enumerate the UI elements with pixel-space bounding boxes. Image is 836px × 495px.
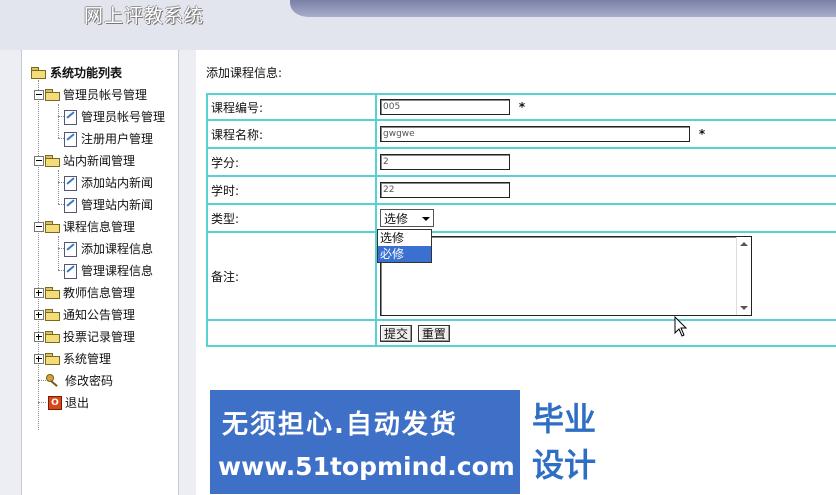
expand-icon[interactable]: [34, 354, 44, 364]
field-label: 学时:: [206, 175, 377, 205]
folder-icon: [31, 67, 46, 79]
document-icon: [64, 176, 77, 191]
banner-word-1: 毕业: [532, 400, 597, 438]
field-cell: [375, 231, 836, 321]
app-title: 网上评教系统: [84, 5, 205, 27]
type-select-value: 选修: [384, 212, 409, 226]
folder-icon: [45, 221, 60, 233]
field-cell: 选修: [375, 203, 836, 233]
field-cell: [375, 175, 836, 205]
tree-root-label: 系统功能列表: [50, 66, 123, 80]
course-form: 课程编号: * 课程名称: * 学分: 学时: 类型:: [206, 93, 836, 347]
reset-button[interactable]: 重置: [417, 324, 450, 342]
submit-button[interactable]: 提交: [380, 324, 413, 342]
sidebar-group-label: 管理员帐号管理: [63, 88, 148, 102]
field-label: 课程名称:: [206, 119, 377, 149]
tree-line: [38, 80, 39, 430]
main-content: 添加课程信息: 课程编号: * 课程名称: * 学分: 学时:: [196, 50, 836, 495]
key-icon: [46, 374, 60, 386]
sidebar-item-label: 管理站内新闻: [81, 198, 154, 212]
field-cell: *: [375, 119, 836, 149]
sidebar-item-label: 添加课程信息: [81, 242, 154, 256]
empty-cell: [206, 319, 377, 347]
tree-line: [38, 380, 46, 381]
sidebar-item-label: 注册用户管理: [81, 132, 154, 146]
sidebar-item-label: 管理员帐号管理: [81, 110, 166, 124]
form-row-hours: 学时:: [206, 175, 836, 205]
banner-badge: 毕业 设计: [517, 390, 626, 494]
form-title: 添加课程信息:: [206, 66, 283, 80]
expand-icon[interactable]: [34, 310, 44, 320]
form-row-course-code: 课程编号: *: [206, 93, 836, 121]
field-cell: 提交 重置: [375, 319, 836, 347]
field-label: 类型:: [206, 203, 377, 233]
banner-word-2: 设计: [532, 446, 597, 484]
type-dropdown-list: 选修 必修: [377, 229, 432, 263]
folder-icon: [45, 353, 60, 365]
document-icon: [64, 264, 77, 279]
chevron-down-icon: [422, 217, 430, 221]
folder-icon: [45, 287, 60, 299]
field-label: 备注:: [206, 231, 377, 321]
form-row-type: 类型: 选修: [206, 203, 836, 233]
document-icon: [64, 132, 77, 147]
folder-icon: [45, 309, 60, 321]
sidebar-item-label: 修改密码: [65, 374, 114, 388]
required-mark: *: [518, 100, 526, 114]
form-row-course-name: 课程名称: *: [206, 119, 836, 149]
mouse-cursor-icon: [674, 316, 688, 337]
required-mark: *: [698, 127, 706, 141]
sidebar: 系统功能列表 管理员帐号管理 管理员帐号管理 注册用户管理 站内新闻管理 添加站…: [21, 50, 179, 495]
form-row-remark: 备注:: [206, 231, 836, 321]
document-icon: [64, 242, 77, 257]
header-band: [290, 0, 836, 17]
tree-line: [58, 236, 59, 270]
field-cell: *: [375, 93, 836, 121]
banner-url: www.51topmind.com: [218, 452, 515, 481]
collapse-icon[interactable]: [34, 90, 44, 100]
tree-line: [58, 170, 59, 204]
hours-input[interactable]: [380, 182, 510, 198]
scroll-up-icon[interactable]: [740, 242, 748, 246]
sidebar-group-label: 课程信息管理: [63, 220, 136, 234]
header: 网上评教系统: [0, 0, 836, 50]
course-code-input[interactable]: [380, 99, 510, 115]
scroll-down-icon[interactable]: [740, 306, 748, 310]
banner-slogan: 无须担心.自动发货: [222, 410, 458, 440]
type-select[interactable]: 选修: [380, 209, 434, 227]
credit-input[interactable]: [380, 154, 510, 170]
type-option-elective[interactable]: 选修: [378, 230, 431, 246]
tree-line: [58, 104, 59, 138]
logout-icon: O: [48, 396, 62, 410]
document-icon: [64, 110, 77, 125]
field-label: 学分:: [206, 147, 377, 177]
scrollbar[interactable]: [736, 237, 751, 315]
sidebar-group-label: 站内新闻管理: [63, 154, 136, 168]
collapse-icon[interactable]: [34, 222, 44, 232]
expand-icon[interactable]: [34, 332, 44, 342]
document-icon: [64, 198, 77, 213]
sidebar-group-label: 投票记录管理: [63, 330, 136, 344]
tree-line: [38, 402, 46, 403]
sidebar-group-label: 系统管理: [63, 352, 112, 366]
collapse-icon[interactable]: [34, 156, 44, 166]
sidebar-group-label: 教师信息管理: [63, 286, 136, 300]
form-row-credit: 学分:: [206, 147, 836, 177]
folder-icon: [45, 89, 60, 101]
course-name-input[interactable]: [380, 126, 690, 142]
field-label: 课程编号:: [206, 93, 377, 121]
remark-textarea[interactable]: [380, 236, 752, 316]
folder-icon: [45, 155, 60, 167]
sidebar-item-label: 管理课程信息: [81, 264, 154, 278]
ad-banner[interactable]: 无须担心.自动发货 www.51topmind.com 毕业 设计: [210, 390, 626, 494]
field-cell: [375, 147, 836, 177]
form-row-actions: 提交 重置: [206, 319, 836, 347]
sidebar-item-label: 添加站内新闻: [81, 176, 154, 190]
folder-icon: [45, 331, 60, 343]
expand-icon[interactable]: [34, 288, 44, 298]
type-option-required[interactable]: 必修: [378, 246, 431, 262]
sidebar-group-label: 通知公告管理: [63, 308, 136, 322]
sidebar-item-label: 退出: [65, 396, 90, 410]
